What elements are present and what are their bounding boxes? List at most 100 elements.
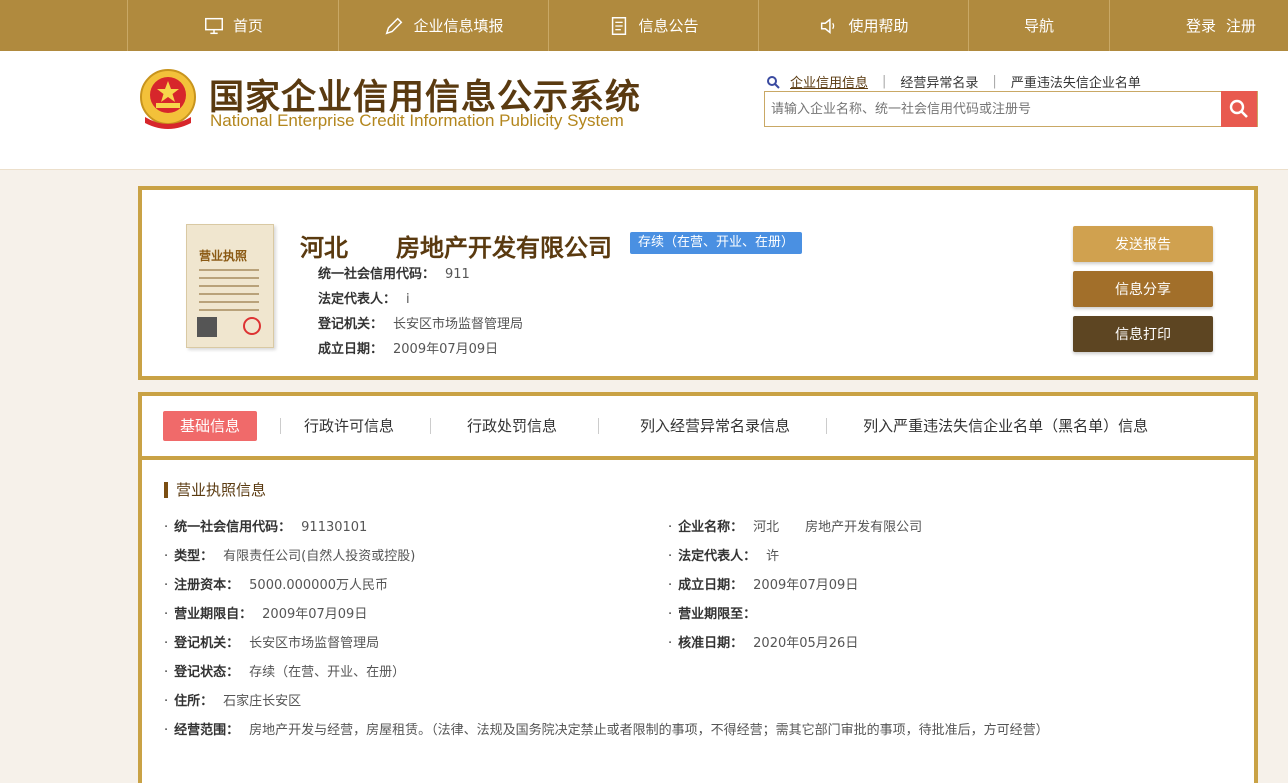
search-button[interactable] <box>1221 91 1257 127</box>
business-license-thumbnail[interactable]: 营业执照 <box>186 224 274 348</box>
seal-icon <box>243 317 261 335</box>
nav-spacer <box>0 0 128 51</box>
bullet: · <box>164 520 169 535</box>
field-value: 长安区市场监督管理局 <box>249 636 380 651</box>
company-card: 营业执照 河北 房地产开发有限公司 存续（在营、开业、在册） 统一社会信用代码：… <box>138 186 1258 380</box>
info-tabs: 基础信息 行政许可信息 行政处罚信息 列入经营异常名录信息 列入严重违法失信企业… <box>142 396 1254 460</box>
print-info-button[interactable]: 信息打印 <box>1073 316 1213 352</box>
send-report-button[interactable]: 发送报告 <box>1073 226 1213 262</box>
summary-label: 统一社会信用代码： <box>318 267 436 282</box>
field-credit-code: · 统一社会信用代码： 91130101 <box>164 513 367 542</box>
license-text-lines <box>199 269 259 317</box>
bullet: · <box>164 636 169 651</box>
company-name: 河北 房地产开发有限公司 <box>300 234 612 262</box>
tab-admin-license[interactable]: 行政许可信息 <box>304 411 394 441</box>
search-input[interactable] <box>765 92 1221 126</box>
field-label: 营业期限自： <box>174 607 253 622</box>
nav-guide[interactable]: 导航 <box>969 0 1110 51</box>
field-value: 有限责任公司(自然人投资或控股) <box>223 549 416 564</box>
bullet: · <box>668 636 673 651</box>
field-label: 核准日期： <box>678 636 744 651</box>
link-divider: | <box>992 74 997 89</box>
share-info-button[interactable]: 信息分享 <box>1073 271 1213 307</box>
search-icon <box>767 75 780 89</box>
field-label: 住所： <box>174 694 214 709</box>
site-header: 国家企业信用信息公示系统 National Enterprise Credit … <box>0 51 1288 170</box>
summary-row: 成立日期： 2009年07月09日 <box>318 337 523 362</box>
field-address: · 住所： 石家庄长安区 <box>164 687 301 716</box>
bullet: · <box>164 549 169 564</box>
magnifier-icon <box>1229 99 1248 118</box>
tab-divider <box>280 418 282 434</box>
nav-announcement[interactable]: 信息公告 <box>549 0 759 51</box>
login-link[interactable]: 登录 <box>1186 15 1216 36</box>
register-link[interactable]: 注册 <box>1226 15 1256 36</box>
field-label: 营业期限至： <box>678 607 757 622</box>
field-term-from: · 营业期限自： 2009年07月09日 <box>164 600 367 629</box>
field-reg-status: · 登记状态： 存续（在营、开业、在册） <box>164 658 405 687</box>
bullet: · <box>668 578 673 593</box>
field-label: 登记机关： <box>174 636 240 651</box>
field-label: 统一社会信用代码： <box>174 520 292 535</box>
bullet: · <box>164 723 169 738</box>
company-summary: 统一社会信用代码： 911 法定代表人： i 登记机关： 长安区市场监督管理局 成立日… <box>318 262 523 362</box>
tab-blacklist[interactable]: 列入严重违法失信企业名单（黑名单）信息 <box>863 411 1148 441</box>
monitor-icon <box>205 17 223 34</box>
tab-divider <box>826 418 828 434</box>
bullet: · <box>164 694 169 709</box>
link-divider: | <box>882 74 887 89</box>
field-value: 91130101 <box>301 520 368 535</box>
field-label: 企业名称： <box>678 520 744 535</box>
tab-abnormal-list[interactable]: 列入经营异常名录信息 <box>640 411 790 441</box>
nav-home-label: 首页 <box>232 17 263 35</box>
nav-report-label: 企业信息填报 <box>413 17 504 35</box>
nav-home[interactable]: 首页 <box>128 0 339 51</box>
summary-value: i <box>406 292 410 307</box>
field-term-to: · 营业期限至： <box>668 600 766 629</box>
summary-label: 法定代表人： <box>318 292 397 307</box>
site-subtitle: National Enterprise Credit Information P… <box>210 111 624 130</box>
summary-value: 长安区市场监督管理局 <box>393 317 524 332</box>
tab-divider <box>430 418 432 434</box>
field-value: 2020年05月26日 <box>753 636 859 651</box>
field-legal-rep: · 法定代表人： 许 <box>668 542 779 571</box>
field-established: · 成立日期： 2009年07月09日 <box>668 571 858 600</box>
nav-help[interactable]: 使用帮助 <box>759 0 969 51</box>
field-company-name: · 企业名称： 河北 房地产开发有限公司 <box>668 513 922 542</box>
field-authority: · 登记机关： 长安区市场监督管理局 <box>164 629 379 658</box>
link-blacklist[interactable]: 严重违法失信企业名单 <box>1011 72 1141 91</box>
bullet: · <box>668 607 673 622</box>
field-label: 经营范围： <box>174 723 240 738</box>
field-value: 石家庄长安区 <box>223 694 302 709</box>
field-business-scope: · 经营范围： 房地产开发与经营，房屋租赁。（法律、法规及国务院决定禁止或者限制的事… <box>164 716 1049 745</box>
nav-account: 登录 注册 <box>1110 0 1288 51</box>
summary-label: 登记机关： <box>318 317 384 332</box>
link-credit-info[interactable]: 企业信用信息 <box>790 72 868 91</box>
status-badge: 存续（在营、开业、在册） <box>630 232 803 254</box>
link-abnormal-list[interactable]: 经营异常名录 <box>900 72 978 91</box>
nav-guide-label: 导航 <box>1023 17 1054 35</box>
field-label: 登记状态： <box>174 665 240 680</box>
pen-icon <box>385 17 403 34</box>
bullet: · <box>164 607 169 622</box>
field-label: 法定代表人： <box>678 549 757 564</box>
field-value: 许 <box>766 549 780 564</box>
tab-divider <box>598 418 600 434</box>
field-label: 类型： <box>174 549 214 564</box>
field-capital: · 注册资本： 5000.000000万人民币 <box>164 571 388 600</box>
field-value: 2009年07月09日 <box>262 607 368 622</box>
field-value: 2009年07月09日 <box>753 578 859 593</box>
bullet: · <box>164 578 169 593</box>
field-value: 房地产开发与经营，房屋租赁。（法律、法规及国务院决定禁止或者限制的事项，不得经营… <box>249 723 1049 738</box>
field-value: 5000.000000万人民币 <box>249 578 388 593</box>
nav-report[interactable]: 企业信息填报 <box>339 0 549 51</box>
tab-admin-penalty[interactable]: 行政处罚信息 <box>467 411 557 441</box>
bullet: · <box>164 665 169 680</box>
field-value: 河北 房地产开发有限公司 <box>753 520 923 535</box>
speaker-icon <box>821 17 835 34</box>
field-label: 注册资本： <box>174 578 240 593</box>
document-icon <box>612 16 627 35</box>
tab-basic-info[interactable]: 基础信息 <box>163 411 258 441</box>
bullet: · <box>668 520 673 535</box>
summary-value: 2009年07月09日 <box>393 342 499 357</box>
